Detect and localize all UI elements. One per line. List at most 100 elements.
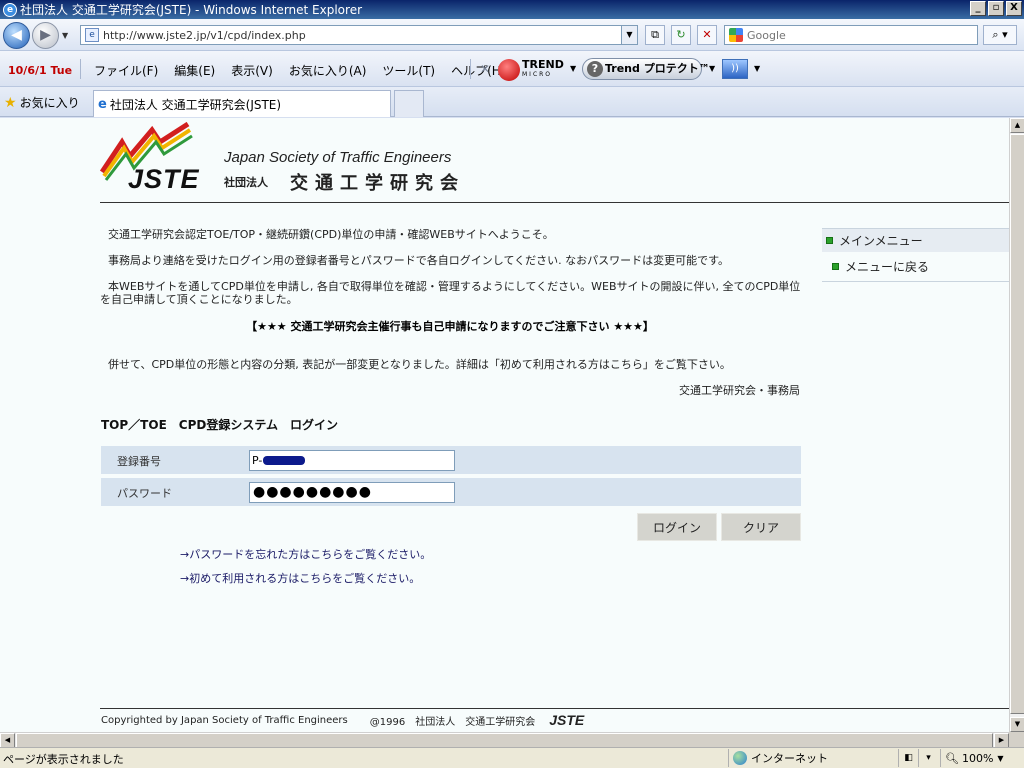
close-button[interactable]: X: [1006, 1, 1022, 16]
zoom-dropdown-icon[interactable]: ▼: [997, 754, 1003, 763]
menu-favorites[interactable]: お気に入り(A): [281, 61, 375, 80]
trend-protect-label: Trend プロテクト™: [605, 62, 710, 75]
ie-icon: e: [3, 2, 17, 17]
address-url[interactable]: http://www.jste2.jp/v1/cpd/index.php: [103, 29, 306, 42]
tab-title: 社団法人 交通工学研究会(JSTE): [109, 97, 282, 112]
page-content: JSTE Japan Society of Traffic Engineers …: [0, 118, 1009, 732]
status-message: ページが表示されました: [3, 753, 124, 766]
forward-button[interactable]: ▶: [32, 22, 59, 49]
close-toolbar-icon[interactable]: ✕: [480, 62, 490, 76]
menu-edit[interactable]: 編集(E): [166, 61, 223, 80]
main-menu-label: メインメニュー: [839, 234, 923, 248]
zoom-control[interactable]: 🔍︎ 100% ▼: [940, 749, 1004, 767]
maximize-button[interactable]: ▫: [988, 1, 1004, 16]
vertical-scrollbar[interactable]: ▲ ▼: [1009, 118, 1024, 732]
compat-view-icon[interactable]: ⧉: [645, 25, 665, 45]
intro-paragraph-3b: を自己申請して頂くことになりました。: [100, 293, 298, 306]
redacted-id: [263, 456, 305, 465]
back-to-menu-label: メニューに戻る: [845, 260, 930, 274]
trend-protect-dropdown-icon[interactable]: ▼: [709, 64, 715, 73]
network-icon[interactable]: )): [722, 59, 748, 79]
login-id-label: 登録番号: [117, 455, 161, 468]
new-tab-button[interactable]: [394, 90, 424, 117]
password-input[interactable]: [249, 482, 455, 503]
status-dropdown-icon[interactable]: ▾: [918, 749, 938, 767]
scroll-left-icon[interactable]: ◀: [0, 733, 15, 748]
status-bar: ページが表示されました インターネット ◧ ▾ 🔍︎ 100% ▼: [0, 747, 1024, 768]
search-box[interactable]: [724, 25, 978, 45]
title-bar: e 社団法人 交通工学研究会(JSTE) - Windows Internet …: [0, 0, 1024, 19]
back-button[interactable]: ◀: [3, 22, 30, 49]
trend-ball-icon: [498, 59, 520, 81]
minimize-button[interactable]: _: [970, 1, 986, 16]
menu-tools[interactable]: ツール(T): [374, 61, 443, 80]
globe-icon: [733, 751, 747, 765]
vertical-scroll-thumb[interactable]: [1010, 134, 1024, 714]
network-dropdown-icon[interactable]: ▼: [754, 64, 760, 73]
horizontal-scrollbar[interactable]: ◀ ▶: [0, 732, 1009, 748]
address-dropdown-icon[interactable]: ▼: [621, 26, 637, 44]
notice-text: 【★★★ 交通工学研究会主催行事も自己申請になりますのでご注意下さい ★★★】: [246, 320, 654, 333]
logo-english-name: Japan Society of Traffic Engineers: [224, 149, 452, 166]
login-title: TOP／TOE CPD登録システム ログイン: [101, 418, 338, 432]
password-label: パスワード: [117, 487, 172, 500]
star-icon: ★: [4, 94, 17, 111]
page-icon: e: [85, 28, 99, 42]
intro-paragraph-4: 併せて、CPD単位の形態と内容の分類, 表記が一部変更となりました。詳細は「初め…: [108, 358, 731, 371]
favorites-button[interactable]: ★ お気に入り: [4, 94, 80, 111]
main-menu-header: メインメニュー: [822, 228, 1009, 252]
stop-icon[interactable]: ✕: [697, 25, 717, 45]
address-bar[interactable]: e http://www.jste2.jp/v1/cpd/index.php ▼: [80, 25, 638, 45]
footer-divider: [100, 708, 1009, 709]
protected-mode-icon[interactable]: ◧: [898, 749, 918, 767]
zoom-level: 100%: [961, 751, 994, 765]
scroll-down-icon[interactable]: ▼: [1010, 717, 1024, 732]
zoom-icon: 🔍︎: [945, 751, 959, 765]
back-to-menu-link[interactable]: メニューに戻る: [822, 252, 1009, 282]
trend-micro-logo[interactable]: TREND MICRO: [498, 59, 564, 81]
tab-bar: ★ お気に入り e 社団法人 交通工学研究会(JSTE): [0, 87, 1024, 117]
search-button[interactable]: ⌕ ▾: [983, 25, 1017, 45]
intro-paragraph-1: 交通工学研究会認定TOE/TOP・継続研鑽(CPD)単位の申請・確認WEBサイト…: [108, 228, 554, 241]
menu-bar: ファイル(F) 編集(E) 表示(V) お気に入り(A) ツール(T) ヘルプ(…: [86, 61, 513, 80]
menu-file[interactable]: ファイル(F): [86, 61, 166, 80]
menu-view[interactable]: 表示(V): [223, 61, 281, 80]
address-toolbar: ◀ ▶ ▼ e http://www.jste2.jp/v1/cpd/index…: [0, 19, 1024, 51]
clear-button[interactable]: クリア: [721, 513, 801, 541]
office-signoff: 交通工学研究会・事務局: [679, 384, 800, 397]
green-square-icon: [826, 237, 833, 244]
logo-mark-text: JSTE: [128, 164, 200, 194]
menu-toolbar: 10/6/1 Tue ファイル(F) 編集(E) 表示(V) お気に入り(A) …: [0, 51, 1024, 87]
footer: Copyrighted by Japan Society of Traffic …: [101, 712, 584, 728]
login-id-row: 登録番号: [101, 446, 801, 474]
window-controls: _ ▫ X: [970, 1, 1022, 16]
forgot-password-link[interactable]: →パスワードを忘れた方はこちらをご覧ください。: [180, 546, 431, 562]
search-input[interactable]: [747, 28, 967, 42]
login-button[interactable]: ログイン: [637, 513, 717, 541]
date-badge: 10/6/1 Tue: [8, 64, 73, 77]
first-time-link[interactable]: →初めて利用される方はこちらをご覧ください。: [180, 570, 420, 586]
logo-ja-name: 交通工学研究会: [290, 173, 465, 194]
trend-dropdown-icon[interactable]: ▼: [570, 64, 576, 73]
question-icon: ?: [587, 61, 603, 77]
site-logo[interactable]: JSTE Japan Society of Traffic Engineers …: [100, 122, 520, 194]
google-icon: [729, 28, 743, 42]
security-zone[interactable]: インターネット: [728, 749, 828, 767]
trend-protect-button[interactable]: ? Trend プロテクト™: [582, 58, 710, 80]
scroll-up-icon[interactable]: ▲: [1010, 118, 1024, 133]
refresh-icon[interactable]: ↻: [671, 25, 691, 45]
ie-page-icon: e: [98, 96, 107, 112]
horizontal-scroll-thumb[interactable]: [16, 733, 993, 748]
favorites-label: お気に入り: [19, 96, 80, 110]
side-menu: メインメニュー メニューに戻る: [822, 228, 1009, 282]
green-square-icon: [832, 263, 839, 270]
tab-jste[interactable]: e 社団法人 交通工学研究会(JSTE): [93, 90, 391, 117]
zone-label: インターネット: [751, 752, 828, 765]
scrollbar-corner: [1009, 732, 1024, 747]
scroll-right-icon[interactable]: ▶: [994, 733, 1009, 748]
history-dropdown-icon[interactable]: ▼: [62, 31, 68, 40]
header-divider: [100, 202, 1009, 203]
window-title: 社団法人 交通工学研究会(JSTE) - Windows Internet Ex…: [20, 3, 363, 17]
intro-paragraph-2: 事務局より連絡を受けたログイン用の登録者番号とパスワードで各自ログインしてくださ…: [108, 254, 730, 267]
toolbar-separator: [470, 59, 471, 79]
